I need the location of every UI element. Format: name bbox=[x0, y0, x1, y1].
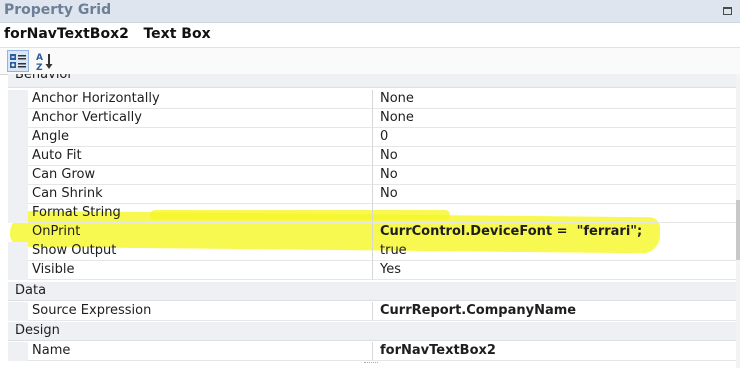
chevron-up-icon[interactable]: ^ bbox=[15, 283, 732, 294]
svg-text:Z: Z bbox=[36, 63, 43, 72]
selected-object-bar: forNavTextBox2 Text Box bbox=[0, 23, 740, 47]
property-value: No bbox=[380, 186, 398, 201]
svg-text:A: A bbox=[36, 53, 43, 63]
categorized-view-button[interactable] bbox=[7, 50, 29, 72]
property-row[interactable]: Auto Fit No bbox=[8, 147, 736, 166]
property-row-onprint[interactable]: OnPrint CurrControl.DeviceFont = "ferrar… bbox=[8, 223, 736, 242]
property-name: Can Shrink bbox=[32, 186, 103, 201]
property-grid-panel: Property Grid forNavTextBox2 Text Box A … bbox=[0, 0, 740, 368]
property-name: Anchor Vertically bbox=[32, 110, 142, 125]
property-grid: Behavior ^ Anchor Horizontally None Anch… bbox=[0, 74, 736, 368]
resize-grip-icon[interactable] bbox=[364, 362, 378, 367]
chevron-up-icon[interactable]: ^ bbox=[15, 323, 732, 334]
property-name: Visible bbox=[32, 262, 75, 277]
property-value: CurrReport.CompanyName bbox=[380, 303, 577, 318]
alphabetical-view-button[interactable]: A Z bbox=[34, 50, 56, 72]
selected-object-name: forNavTextBox2 Text Box bbox=[4, 26, 211, 42]
property-value: No bbox=[380, 148, 398, 163]
property-row[interactable]: Visible Yes bbox=[8, 261, 736, 280]
window-title: Property Grid bbox=[4, 2, 112, 18]
property-value: CurrControl.DeviceFont = "ferrari"; bbox=[380, 224, 643, 239]
property-name: Can Grow bbox=[32, 167, 96, 182]
property-value: None bbox=[380, 91, 414, 106]
property-row[interactable]: Anchor Vertically None bbox=[8, 109, 736, 128]
property-row[interactable]: Name forNavTextBox2 bbox=[8, 342, 736, 361]
property-value: true bbox=[380, 243, 407, 258]
property-value: 0 bbox=[380, 129, 389, 144]
category-behavior[interactable]: Behavior ^ bbox=[8, 74, 736, 88]
property-value: No bbox=[380, 167, 398, 182]
property-name: Angle bbox=[32, 129, 69, 144]
property-row[interactable]: Can Shrink No bbox=[8, 185, 736, 204]
categorized-icon bbox=[10, 54, 26, 68]
property-name: Source Expression bbox=[32, 303, 152, 318]
scrollbar-thumb[interactable] bbox=[736, 200, 740, 260]
property-row[interactable]: Format String bbox=[8, 204, 736, 223]
property-name: Anchor Horizontally bbox=[32, 91, 160, 106]
property-name: OnPrint bbox=[32, 224, 81, 239]
category-data[interactable]: Data ^ bbox=[8, 282, 736, 301]
chevron-up-icon[interactable]: ^ bbox=[15, 74, 732, 83]
category-design[interactable]: Design ^ bbox=[8, 322, 736, 341]
property-name: Auto Fit bbox=[32, 148, 82, 163]
property-row[interactable]: Show Output true bbox=[8, 242, 736, 261]
property-name: Name bbox=[32, 343, 71, 358]
restore-icon[interactable] bbox=[723, 7, 732, 15]
title-bar: Property Grid bbox=[0, 0, 740, 23]
sort-az-icon: A Z bbox=[36, 53, 53, 72]
toolbar: A Z bbox=[0, 47, 740, 75]
property-row[interactable]: Source Expression CurrReport.CompanyName bbox=[8, 302, 736, 321]
property-row[interactable]: Can Grow No bbox=[8, 166, 736, 185]
property-name: Show Output bbox=[32, 243, 117, 258]
property-value: forNavTextBox2 bbox=[380, 343, 496, 358]
property-value: None bbox=[380, 110, 414, 125]
property-row[interactable]: Anchor Horizontally None bbox=[8, 90, 736, 109]
property-row[interactable]: Angle 0 bbox=[8, 128, 736, 147]
property-value: Yes bbox=[380, 262, 401, 277]
property-name: Format String bbox=[32, 205, 121, 220]
